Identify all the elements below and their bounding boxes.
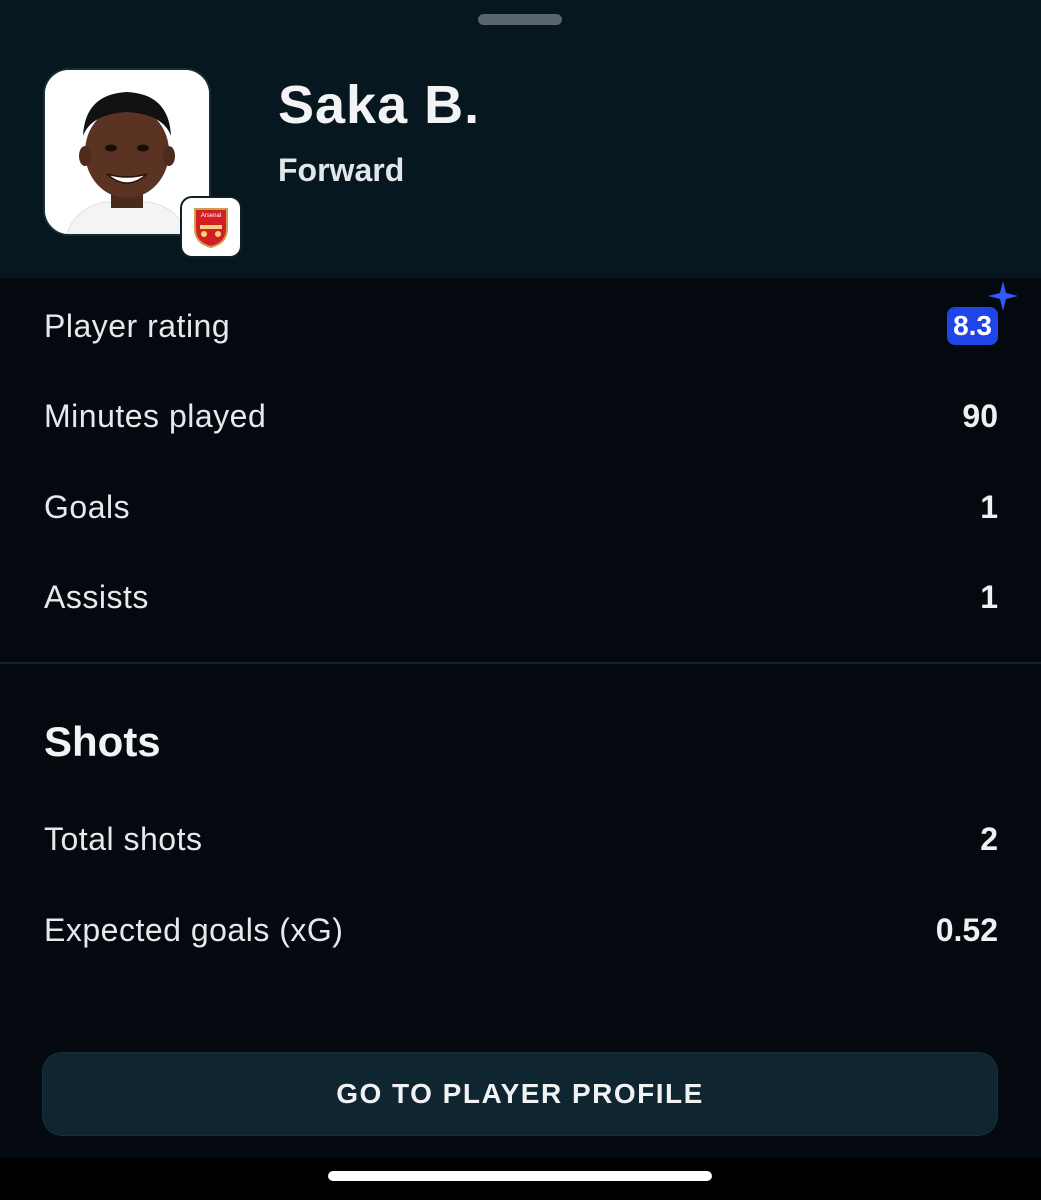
player-name: Saka B. [278,75,481,135]
stat-value: 0.52 [935,911,998,948]
stat-label: Minutes played [44,397,267,434]
player-position: Forward [278,152,405,188]
stat-value: 1 [980,488,998,525]
section-divider [0,662,1041,664]
rating-badge: 8.3 [947,281,1018,345]
stat-row-total-shots: Total shots 2 [44,814,998,864]
stat-row-goals: Goals 1 [44,482,998,532]
club-badge: Arsenal [180,196,242,258]
stat-label: Assists [44,578,149,615]
drag-handle[interactable] [478,14,562,25]
stat-label: Goals [44,488,131,525]
home-indicator[interactable] [328,1171,712,1181]
stat-label: Expected goals (xG) [44,911,344,948]
stat-label: Player rating [44,307,231,344]
stat-value: 1 [980,578,998,615]
arsenal-crest-icon: Arsenal [194,208,228,249]
stat-row-expected-goals: Expected goals (xG) 0.52 [44,905,998,955]
stat-label: Total shots [44,820,203,857]
rating-value: 8.3 [953,310,992,341]
stat-value: 90 [962,397,998,434]
stat-value: 2 [980,820,998,857]
scroll-fade [0,1000,1041,1030]
stat-row-player-rating: Player rating 8.3 [44,281,1018,351]
section-title-shots: Shots [44,718,161,765]
go-to-player-profile-button[interactable]: GO TO PLAYER PROFILE [42,1052,998,1136]
stat-row-minutes-played: Minutes played 90 [44,391,998,441]
club-badge-label: Arsenal [201,213,221,219]
player-header: Arsenal Saka B. Forward [0,0,1041,278]
stat-row-assists: Assists 1 [44,572,998,622]
player-stats-sheet: Arsenal Saka B. Forward Player rating 8.… [0,0,1041,1158]
sparkle-icon [988,281,1018,311]
